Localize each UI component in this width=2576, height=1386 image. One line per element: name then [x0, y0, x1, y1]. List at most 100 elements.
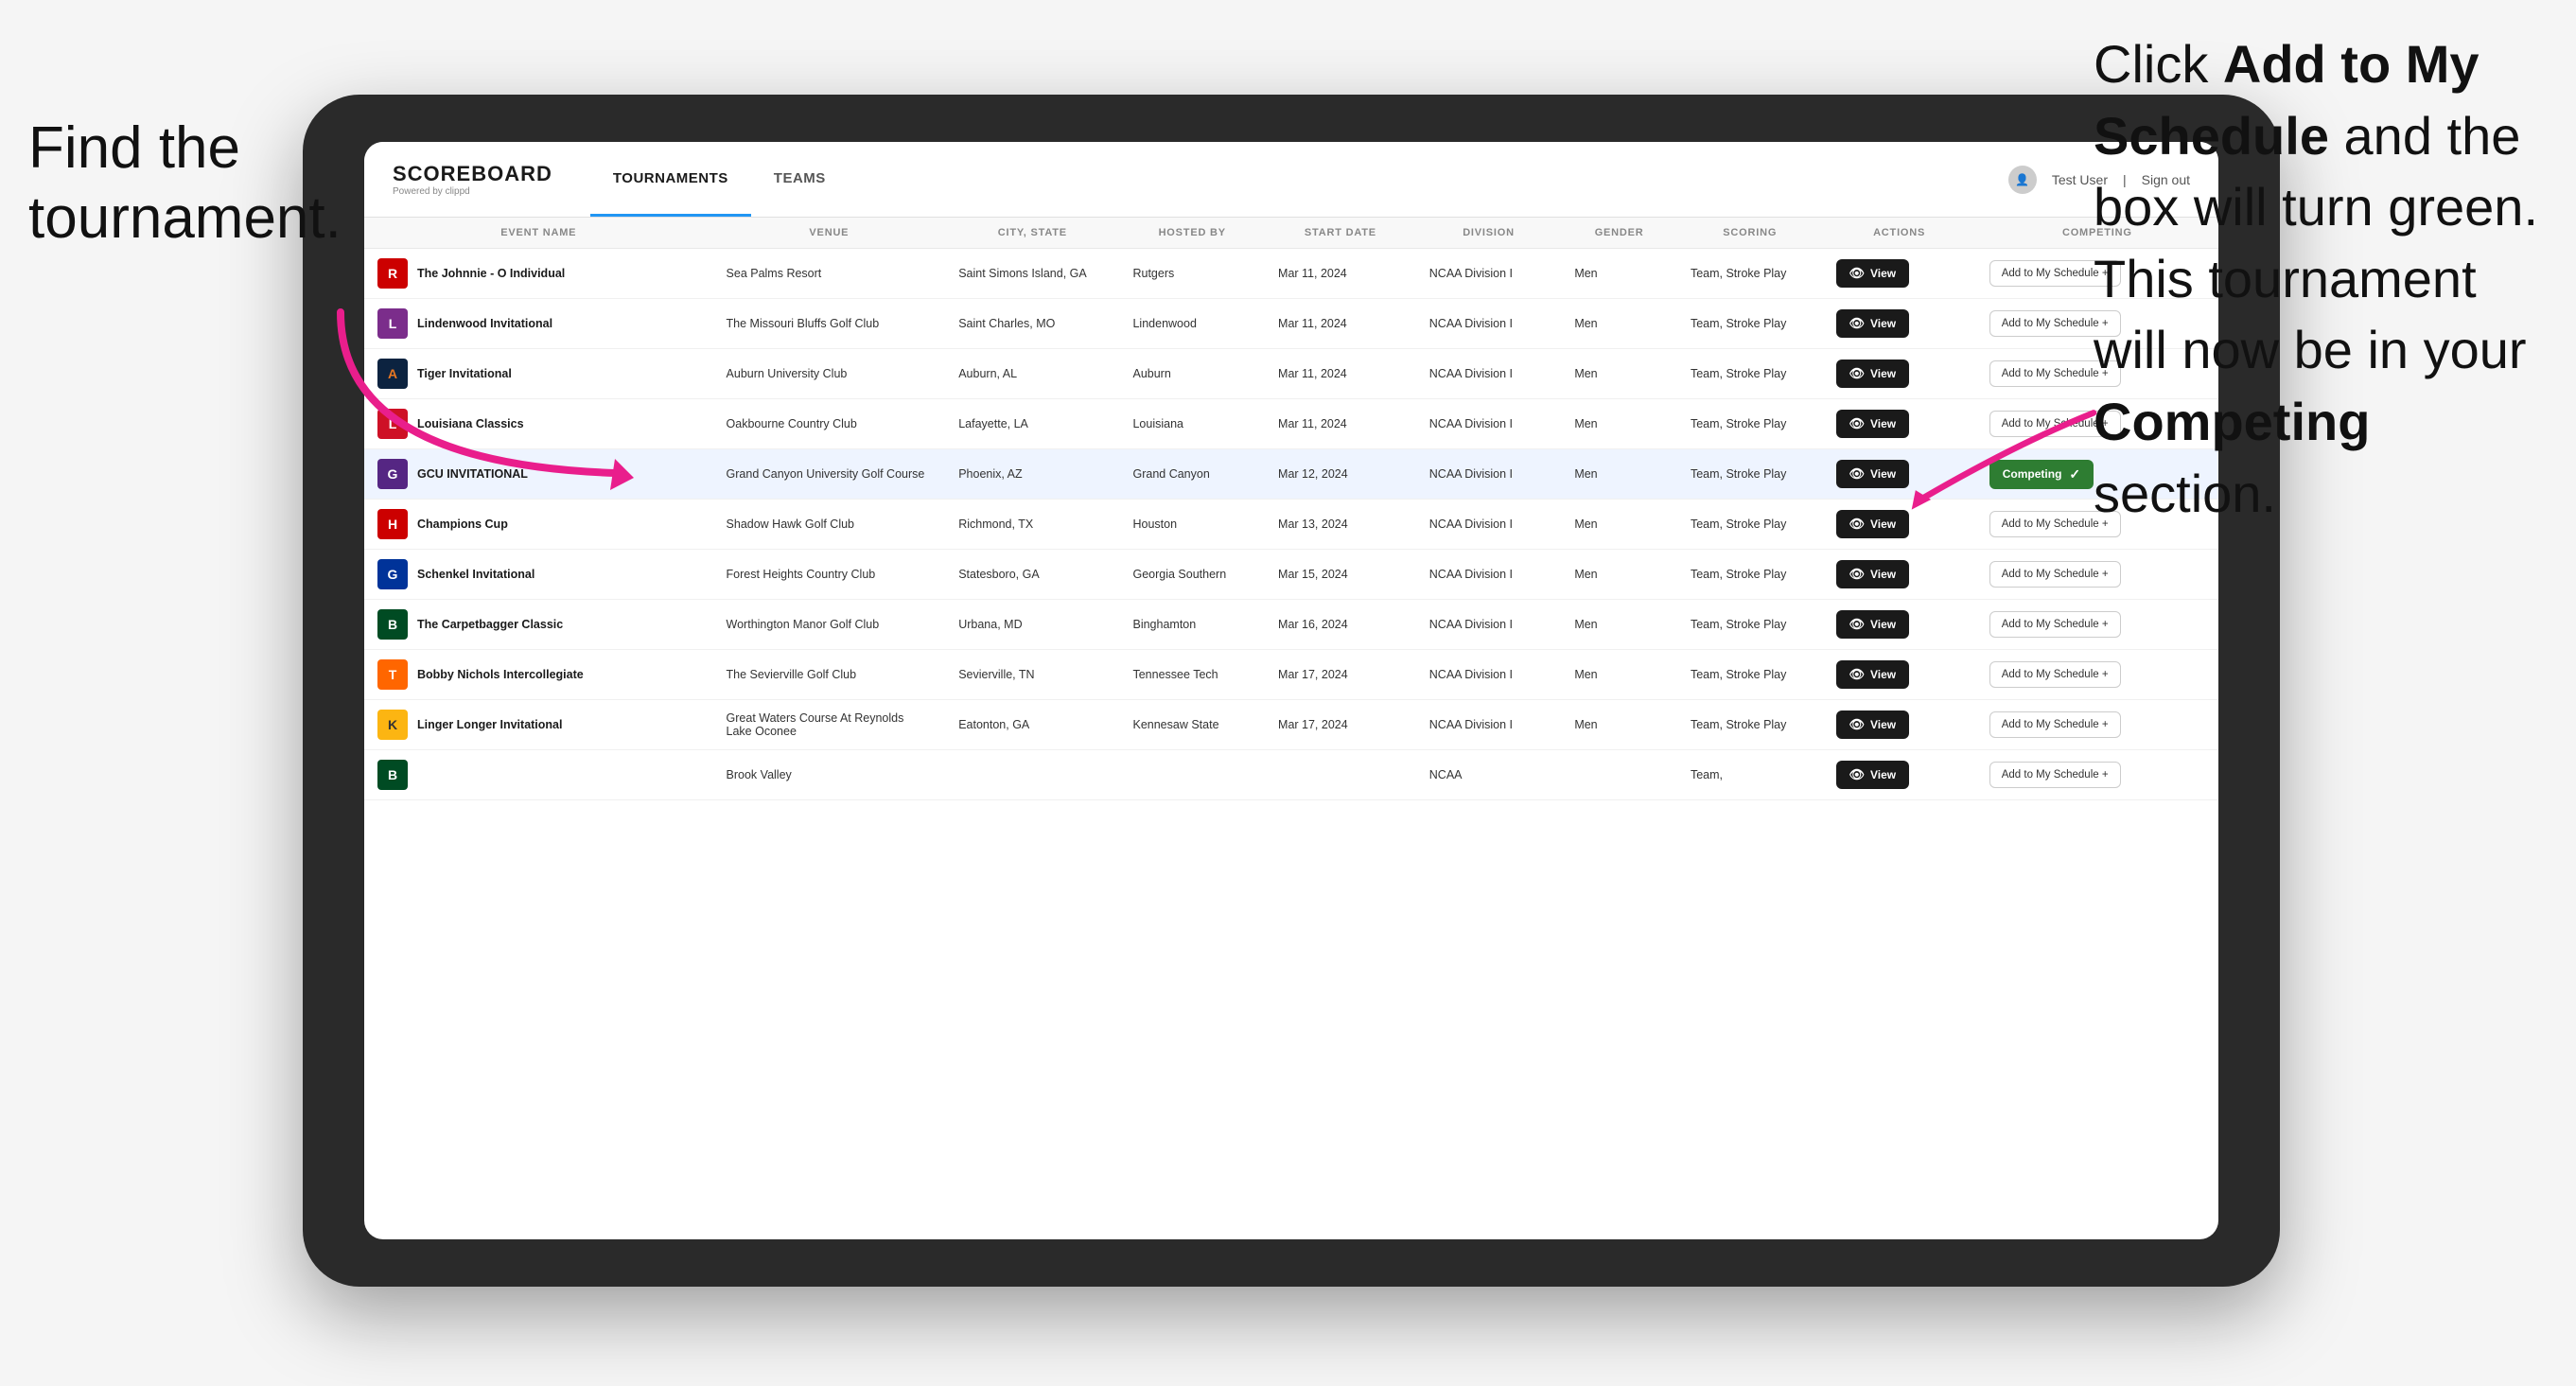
col-header-scoring: SCORING	[1677, 218, 1823, 249]
event-name-cell: L Lindenwood Invitational	[377, 308, 700, 339]
view-button[interactable]: 👁 View	[1836, 259, 1910, 288]
division-cell: NCAA Division I	[1416, 249, 1562, 299]
team-logo: R	[377, 258, 408, 289]
add-schedule-label: Add to My Schedule +	[2002, 418, 2109, 430]
hosted-cell: Rutgers	[1119, 249, 1265, 299]
city-cell: Eatonton, GA	[945, 700, 1119, 750]
eye-icon: 👁	[1849, 767, 1866, 782]
event-name-cell: A Tiger Invitational	[377, 359, 700, 389]
date-cell: Mar 11, 2024	[1265, 249, 1416, 299]
team-logo: K	[377, 710, 408, 740]
add-to-schedule-button[interactable]: Add to My Schedule +	[1989, 711, 2121, 738]
tablet-device: SCOREBOARD Powered by clippd TOURNAMENTS…	[303, 95, 2280, 1287]
city-cell: Statesboro, GA	[945, 550, 1119, 600]
venue-cell: Sea Palms Resort	[713, 249, 946, 299]
venue-cell: Oakbourne Country Club	[713, 399, 946, 449]
actions-cell: 👁 View	[1823, 249, 1976, 299]
view-button[interactable]: 👁 View	[1836, 711, 1910, 739]
tournaments-table-container: EVENT NAME VENUE CITY, STATE HOSTED BY S…	[364, 218, 2218, 1239]
view-button[interactable]: 👁 View	[1836, 761, 1910, 789]
event-name-cell: R The Johnnie - O Individual	[377, 258, 700, 289]
division-cell: NCAA Division I	[1416, 600, 1562, 650]
actions-cell: 👁 View	[1823, 299, 1976, 349]
main-nav: TOURNAMENTS TEAMS	[590, 142, 849, 217]
view-button[interactable]: 👁 View	[1836, 660, 1910, 689]
table-row: T Bobby Nichols Intercollegiate The Sevi…	[364, 650, 2218, 700]
city-cell	[945, 750, 1119, 800]
gender-cell: Men	[1561, 550, 1677, 600]
team-logo: A	[377, 359, 408, 389]
add-schedule-label: Add to My Schedule +	[2002, 518, 2109, 530]
event-name-cell: L Louisiana Classics	[377, 409, 700, 439]
view-button[interactable]: 👁 View	[1836, 460, 1910, 488]
col-header-event: EVENT NAME	[364, 218, 713, 249]
view-button[interactable]: 👁 View	[1836, 510, 1910, 538]
tab-teams[interactable]: TEAMS	[751, 142, 849, 217]
col-header-venue: VENUE	[713, 218, 946, 249]
hosted-cell: Grand Canyon	[1119, 449, 1265, 500]
team-logo: G	[377, 459, 408, 489]
eye-icon: 👁	[1849, 517, 1866, 532]
competing-cell: Add to My Schedule +	[1976, 750, 2218, 800]
eye-icon: 👁	[1849, 617, 1866, 632]
scoring-cell: Team,	[1677, 750, 1823, 800]
date-cell: Mar 16, 2024	[1265, 600, 1416, 650]
event-name: Schenkel Invitational	[417, 568, 534, 581]
actions-cell: 👁 View	[1823, 550, 1976, 600]
venue-cell: Great Waters Course At Reynolds Lake Oco…	[713, 700, 946, 750]
division-cell: NCAA Division I	[1416, 299, 1562, 349]
hosted-cell: Auburn	[1119, 349, 1265, 399]
table-header: EVENT NAME VENUE CITY, STATE HOSTED BY S…	[364, 218, 2218, 249]
city-cell: Auburn, AL	[945, 349, 1119, 399]
table-row: R The Johnnie - O Individual Sea Palms R…	[364, 249, 2218, 299]
scoring-cell: Team, Stroke Play	[1677, 249, 1823, 299]
competing-button[interactable]: Competing ✓	[1989, 460, 2094, 489]
event-name: Tiger Invitational	[417, 367, 512, 380]
view-button[interactable]: 👁 View	[1836, 309, 1910, 338]
gender-cell: Men	[1561, 399, 1677, 449]
competing-cell: Add to My Schedule +	[1976, 550, 2218, 600]
app-logo: SCOREBOARD Powered by clippd	[393, 162, 552, 197]
hosted-cell: Kennesaw State	[1119, 700, 1265, 750]
actions-cell: 👁 View	[1823, 500, 1976, 550]
view-button[interactable]: 👁 View	[1836, 610, 1910, 639]
team-logo: H	[377, 509, 408, 539]
add-to-schedule-button[interactable]: Add to My Schedule +	[1989, 561, 2121, 588]
logo-main-text: SCOREBOARD	[393, 162, 552, 186]
tab-tournaments[interactable]: TOURNAMENTS	[590, 142, 751, 217]
view-button[interactable]: 👁 View	[1836, 410, 1910, 438]
table-row: B The Carpetbagger Classic Worthington M…	[364, 600, 2218, 650]
view-button[interactable]: 👁 View	[1836, 360, 1910, 388]
actions-cell: 👁 View	[1823, 750, 1976, 800]
city-cell: Richmond, TX	[945, 500, 1119, 550]
eye-icon: 👁	[1849, 266, 1866, 281]
event-name: Louisiana Classics	[417, 417, 524, 430]
date-cell: Mar 17, 2024	[1265, 650, 1416, 700]
col-header-date: START DATE	[1265, 218, 1416, 249]
date-cell: Mar 13, 2024	[1265, 500, 1416, 550]
venue-cell: Worthington Manor Golf Club	[713, 600, 946, 650]
gender-cell: Men	[1561, 650, 1677, 700]
date-cell: Mar 12, 2024	[1265, 449, 1416, 500]
scoring-cell: Team, Stroke Play	[1677, 500, 1823, 550]
hosted-cell: Binghamton	[1119, 600, 1265, 650]
city-cell: Saint Charles, MO	[945, 299, 1119, 349]
actions-cell: 👁 View	[1823, 650, 1976, 700]
scoring-cell: Team, Stroke Play	[1677, 550, 1823, 600]
add-to-schedule-button[interactable]: Add to My Schedule +	[1989, 661, 2121, 688]
add-schedule-label: Add to My Schedule +	[2002, 719, 2109, 730]
event-name: The Johnnie - O Individual	[417, 267, 565, 280]
division-cell: NCAA Division I	[1416, 349, 1562, 399]
app-header: SCOREBOARD Powered by clippd TOURNAMENTS…	[364, 142, 2218, 218]
col-header-actions: ACTIONS	[1823, 218, 1976, 249]
team-logo: B	[377, 760, 408, 790]
division-cell: NCAA	[1416, 750, 1562, 800]
date-cell: Mar 17, 2024	[1265, 700, 1416, 750]
add-schedule-label: Add to My Schedule +	[2002, 318, 2109, 329]
add-to-schedule-button[interactable]: Add to My Schedule +	[1989, 762, 2121, 788]
add-to-schedule-button[interactable]: Add to My Schedule +	[1989, 611, 2121, 638]
eye-icon: 👁	[1849, 366, 1866, 381]
event-name: Lindenwood Invitational	[417, 317, 552, 330]
view-button[interactable]: 👁 View	[1836, 560, 1910, 588]
actions-cell: 👁 View	[1823, 600, 1976, 650]
